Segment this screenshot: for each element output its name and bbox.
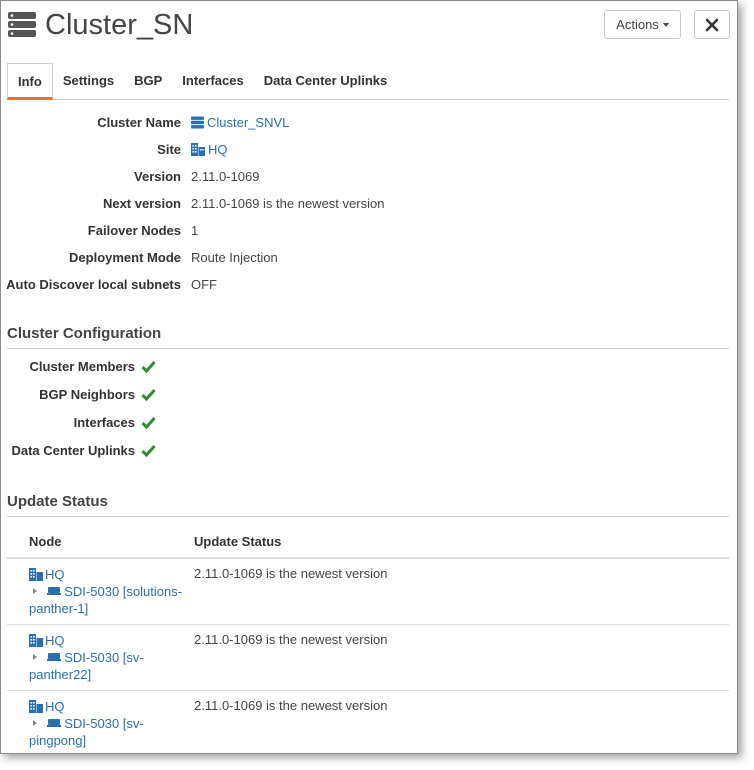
config-item-label: BGP Neighbors <box>39 387 135 402</box>
node-site-link[interactable]: HQ <box>45 698 65 715</box>
cluster-name-link[interactable]: Cluster_SNVL <box>207 115 289 130</box>
site-link[interactable]: HQ <box>208 142 228 157</box>
node-device-link[interactable]: SDI-5030 [sv- <box>64 716 143 731</box>
table-row: HQ SDI-5030 [sv- panther22] 2.11.0-1069 … <box>7 625 729 691</box>
next-version-row: Next version 2.11.0-1069 is the newest v… <box>7 194 727 221</box>
building-icon <box>29 700 43 713</box>
config-item: BGP Neighbors <box>7 385 307 413</box>
checkmark-icon <box>141 361 156 373</box>
checkmark-icon <box>141 389 156 401</box>
info-properties: Cluster Name Cluster_SNVL Site HQ Versio… <box>6 113 727 302</box>
failover-nodes-value: 1 <box>191 223 199 238</box>
node-site-link[interactable]: HQ <box>45 632 65 649</box>
update-status-heading: Update Status <box>7 493 729 517</box>
table-row: HQ SDI-5030 [sv- pingpong] 2.11.0-1069 i… <box>7 691 729 753</box>
table-row: HQ SDI-5030 [solutions- panther-1] 2.11.… <box>7 559 729 625</box>
panel-header: Cluster_SN Actions <box>7 7 731 47</box>
failover-nodes-label: Failover Nodes <box>87 223 181 238</box>
update-status-cell: 2.11.0-1069 is the newest version <box>194 698 388 713</box>
tab-bar: Info Settings BGP Interfaces Data Center… <box>7 63 729 100</box>
config-item-label: Cluster Members <box>29 359 135 374</box>
cluster-stack-icon <box>8 12 36 37</box>
column-header-update-status: Update Status <box>194 534 282 549</box>
failover-nodes-row: Failover Nodes 1 <box>7 221 727 248</box>
appliance-icon <box>46 719 61 727</box>
tab-settings[interactable]: Settings <box>53 63 124 99</box>
deployment-mode-value: Route Injection <box>191 250 278 265</box>
checkmark-icon <box>141 445 156 457</box>
caret-down-icon <box>662 22 669 27</box>
config-item-label: Data Center Uplinks <box>11 443 135 458</box>
cluster-panel: Cluster_SN Actions Info Settings BGP Int… <box>0 0 738 754</box>
tab-data-center-uplinks[interactable]: Data Center Uplinks <box>254 63 398 99</box>
node-device-link-cont[interactable]: pingpong] <box>29 732 189 749</box>
checkmark-icon <box>141 417 156 429</box>
appliance-icon <box>46 587 61 595</box>
update-status-table: Node Update Status HQ SDI-5030 [solution… <box>7 529 729 753</box>
update-status-cell: 2.11.0-1069 is the newest version <box>194 566 388 581</box>
appliance-icon <box>46 653 61 661</box>
auto-discover-label: Auto Discover local subnets <box>6 277 181 292</box>
close-button[interactable] <box>694 10 730 39</box>
site-row: Site HQ <box>7 140 727 167</box>
cluster-name-label: Cluster Name <box>97 115 181 130</box>
update-status-cell: 2.11.0-1069 is the newest version <box>194 632 388 647</box>
building-icon <box>191 143 205 156</box>
config-item: Interfaces <box>7 413 307 441</box>
close-icon <box>705 18 719 31</box>
node-device-link[interactable]: SDI-5030 [solutions- <box>64 584 182 599</box>
cluster-configuration-list: Cluster Members BGP Neighbors Interfaces… <box>7 357 307 469</box>
expand-triangle-icon[interactable] <box>33 654 37 660</box>
expand-triangle-icon[interactable] <box>33 588 37 594</box>
column-header-node: Node <box>29 534 62 549</box>
site-label: Site <box>157 142 181 157</box>
cluster-configuration-heading: Cluster Configuration <box>7 325 729 349</box>
tab-bgp[interactable]: BGP <box>124 63 172 99</box>
node-device-link[interactable]: SDI-5030 [sv- <box>64 650 143 665</box>
page-title: Cluster_SN <box>45 9 194 41</box>
version-label: Version <box>134 169 181 184</box>
actions-dropdown-button[interactable]: Actions <box>604 10 681 39</box>
next-version-label: Next version <box>102 196 181 211</box>
tab-interfaces[interactable]: Interfaces <box>172 63 253 99</box>
deployment-mode-row: Deployment Mode Route Injection <box>7 248 727 275</box>
auto-discover-row: Auto Discover local subnets OFF <box>6 275 727 302</box>
tab-info[interactable]: Info <box>7 63 53 100</box>
config-item-label: Interfaces <box>73 415 135 430</box>
next-version-value: 2.11.0-1069 is the newest version <box>191 196 385 211</box>
config-item: Cluster Members <box>7 357 307 385</box>
cluster-stack-icon <box>191 116 204 129</box>
config-item: Data Center Uplinks <box>7 441 307 469</box>
auto-discover-value: OFF <box>191 277 217 292</box>
table-header: Node Update Status <box>7 529 729 559</box>
actions-label: Actions <box>616 17 659 32</box>
cluster-name-row: Cluster Name Cluster_SNVL <box>7 113 727 140</box>
deployment-mode-label: Deployment Mode <box>69 250 181 265</box>
node-device-link-cont[interactable]: panther22] <box>29 666 189 683</box>
version-value: 2.11.0-1069 <box>191 169 260 184</box>
version-row: Version 2.11.0-1069 <box>7 167 727 194</box>
node-site-link[interactable]: HQ <box>45 566 65 583</box>
node-device-link-cont[interactable]: panther-1] <box>29 600 189 617</box>
building-icon <box>29 634 43 647</box>
building-icon <box>29 568 43 581</box>
expand-triangle-icon[interactable] <box>33 720 37 726</box>
